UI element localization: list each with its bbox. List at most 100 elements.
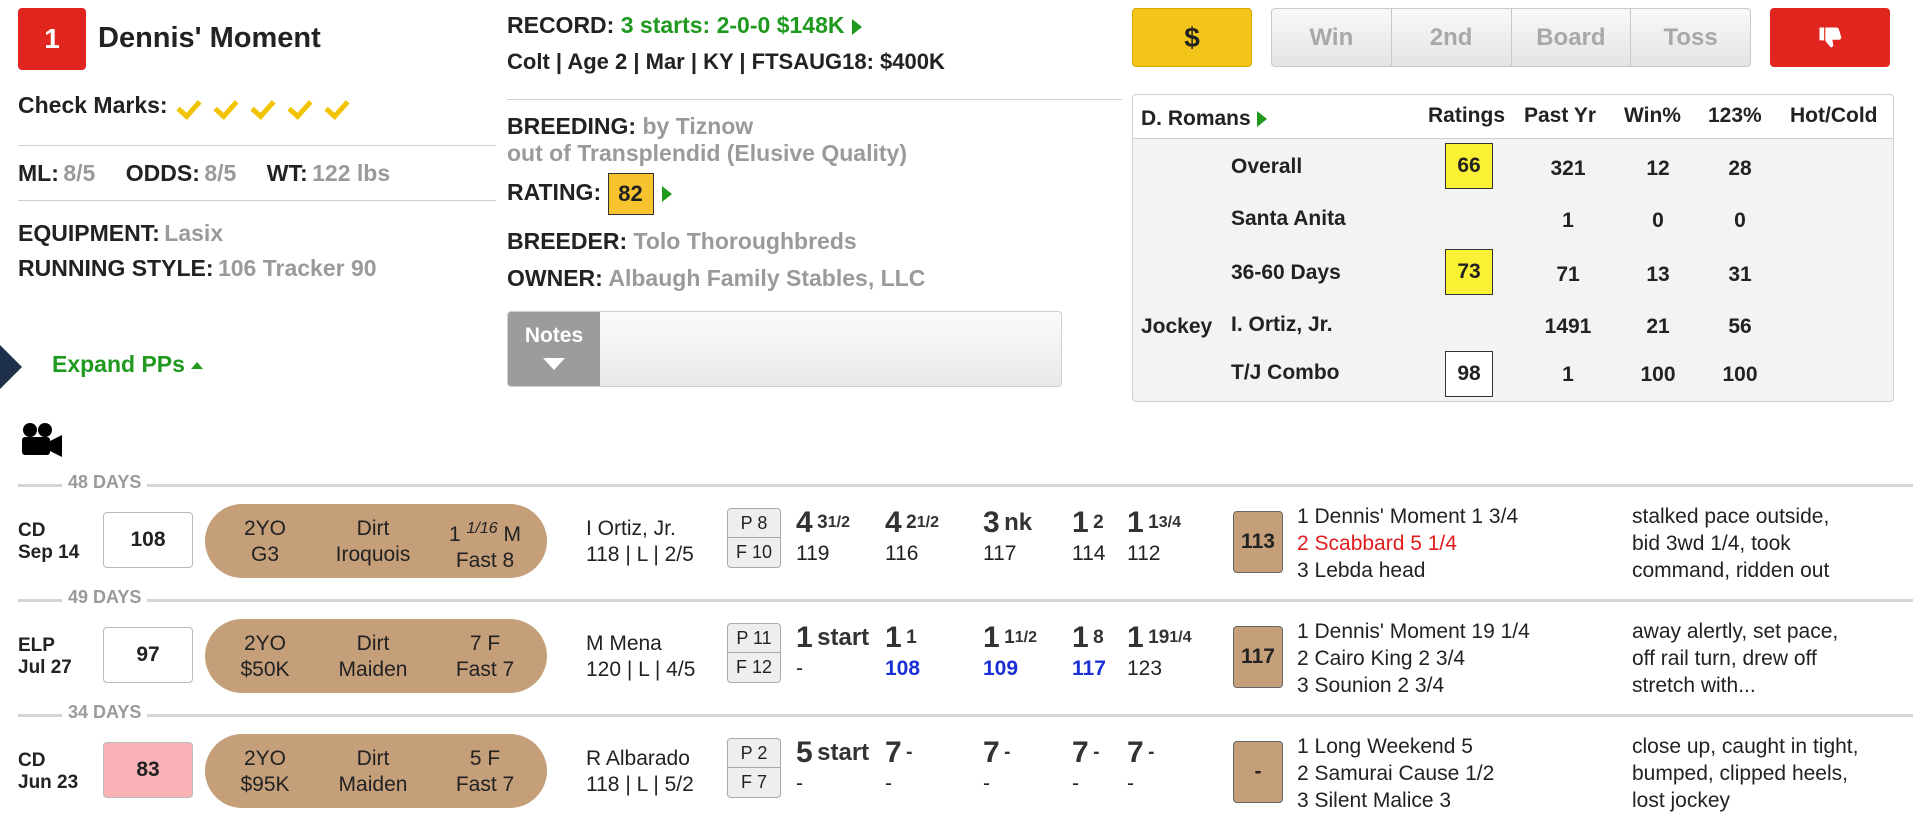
owner-label: OWNER: [507,265,603,291]
post-field-box: P 2F 7 [727,738,781,798]
jockey-info[interactable]: M Mena 120 | L | 4/5 [586,631,695,683]
stat-win-pct: 21 [1646,315,1670,338]
video-camera-icon[interactable] [18,421,64,464]
call-pos: 7 [1127,736,1144,769]
comment-line: close up, caught in tight, [1632,735,1859,758]
track-code: ELP [18,635,55,656]
call-margin-fraction: 1/4 [1169,629,1192,646]
race-info-pill[interactable]: 2YO $50K Dirt Maiden 7 F Fast 7 [205,619,547,693]
running-style-label: RUNNING STYLE: [18,255,214,281]
odds-row: ML: 8/5 ODDS: 8/5 WT: 122 lbs [18,160,390,187]
jockey-info[interactable]: I Ortiz, Jr. 118 | L | 2/5 [586,516,694,568]
notes-panel[interactable]: Notes [507,311,1062,387]
caret-up-icon [190,362,203,370]
field-size: F 10 [735,542,773,562]
race-name: Maiden [338,658,408,681]
days-separator [18,714,1913,717]
toss-button[interactable]: Toss [1631,9,1750,66]
call-position: 1 13/4 112 [1127,508,1181,567]
jockey-info[interactable]: R Albarado 118 | L | 5/2 [586,746,694,798]
expand-pps-link[interactable]: Expand PPs [52,351,203,378]
days-separator [18,599,1913,602]
race-surface-name: Dirt Maiden [323,746,423,798]
caret-right-icon [1256,111,1267,128]
post-field-box: P 11 F 12 [727,623,781,683]
call-position: 7 - - [885,738,912,797]
race-name: Maiden [338,773,408,796]
track-condition: Fast 7 [455,773,515,796]
horse-name[interactable]: Dennis' Moment [98,22,321,55]
win-button[interactable]: Win [1272,9,1392,66]
race-date: Jun 23 [18,772,79,793]
track-code: CD [18,750,46,771]
race-age-class: 2YO G3 [225,516,305,568]
notes-toggle[interactable]: Notes [508,312,600,386]
call-margin: 1 [906,627,917,648]
race-comment: close up, caught in tight, bumped, clipp… [1632,733,1882,814]
finish-order: 1 Dennis' Moment 19 1/4 2 Cairo King 2 3… [1297,618,1530,699]
call-figure: - [1072,772,1079,795]
post-position: P 8 [728,509,780,538]
thumbs-down-button[interactable] [1770,8,1890,67]
call-pos: 1 [1072,506,1089,539]
race-info-pill[interactable]: 2YO G3 Dirt Iroquois 1 1/16 M Fast 8 [205,504,547,578]
stat-row-label: Santa Anita [1231,207,1346,230]
stat-rating-badge: 98 [1445,351,1493,397]
caret-right-icon[interactable] [661,186,672,202]
call-margin-fraction: 1/2 [1014,629,1037,646]
call-position: 1 191/4 123 [1127,623,1192,682]
finisher-2: 2 Samurai Cause 1/2 [1297,762,1495,785]
race-surface: Dirt [356,517,390,540]
call-figure: 108 [885,657,921,680]
call-figure: 114 [1072,542,1106,565]
call-figure: - [1127,772,1134,795]
weight-med-odds: 118 | L | 2/5 [586,543,694,566]
wager-button[interactable]: $ [1132,8,1252,67]
race-track-date[interactable]: ELP Jul 27 [18,635,72,679]
breeder-value: Tolo Thoroughbreds [633,228,857,254]
stat-win-pct: 12 [1646,157,1670,180]
call-margin: 1 [1004,627,1015,648]
ml-value: 8/5 [63,160,96,186]
second-button[interactable]: 2nd [1392,9,1512,66]
trainer-link[interactable]: D. Romans [1141,107,1267,131]
finisher-3: 3 Lebda head [1297,559,1426,582]
record-value[interactable]: 3 starts: 2-0-0 $148K [621,12,845,38]
breeder-label: BREEDER: [507,228,628,254]
post-position: P 2 [728,739,780,768]
race-track-date[interactable]: CD Jun 23 [18,750,78,794]
dam: out of Transplendid (Elusive Quality) [507,140,907,166]
board-button[interactable]: Board [1512,9,1632,66]
race-age-class: 2YO $50K [225,631,305,683]
record-details: Colt | Age 2 | Mar | KY | FTSAUG18: $400… [507,49,945,74]
call-margin: 2 [1093,512,1104,533]
call-figure: 117 [983,542,1017,565]
stat-past-yr: 1491 [1544,315,1592,338]
race-track-date[interactable]: CD Sep 14 [18,520,79,564]
caret-down-icon [543,358,565,370]
col-itm-pct: 123% [1708,104,1762,127]
track-code: CD [18,520,46,541]
comment-line: away alertly, set pace, [1632,620,1839,643]
side-nav-arrow-icon[interactable] [0,345,22,389]
record-label: RECORD: [507,12,615,38]
finisher-2: 2 Scabbard 5 1/4 [1297,532,1457,555]
jockey-label: Jockey [1141,315,1213,338]
thumbs-down-icon [1819,27,1842,47]
divider [18,145,496,146]
col-hot-cold: Hot/Cold [1790,104,1878,127]
caret-right-icon[interactable] [852,18,863,35]
stat-itm-pct: 56 [1728,315,1752,338]
comment-line: stretch with... [1632,674,1756,697]
race-info-pill[interactable]: 2YO $95K Dirt Maiden 5 F Fast 7 [205,734,547,808]
finisher-1: 1 Dennis' Moment 19 1/4 [1297,620,1530,643]
weight-value: 122 lbs [312,160,391,186]
call-pos: 3 [983,506,1000,539]
call-figure: - [796,657,803,680]
stat-rating-badge: 66 [1445,143,1493,189]
finisher-3: 3 Sounion 2 3/4 [1297,674,1445,697]
race-age: 2YO [243,632,287,655]
check-icon [176,93,202,120]
call-position: 4 31/2 119 [796,508,850,567]
call-position: 1 11/2 109 [983,623,1037,682]
